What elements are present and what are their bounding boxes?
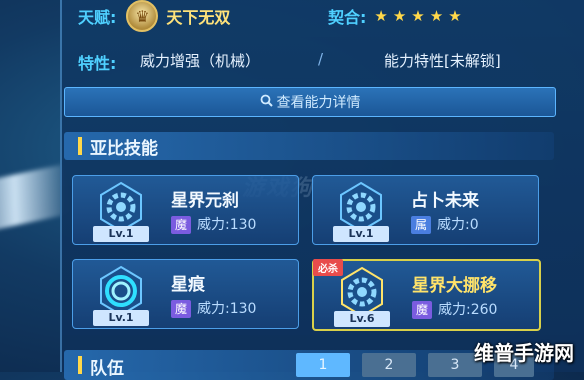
team-tab-1[interactable]: 1: [296, 353, 350, 377]
skill-level: Lv.1: [93, 310, 149, 326]
skill-card[interactable]: Lv.1 星痕 魔 威力:130: [72, 259, 299, 329]
skill-power: 威力:0: [437, 217, 479, 233]
skill-name: 星界大挪移: [412, 276, 497, 296]
site-watermark: 维普手游网: [474, 341, 574, 365]
search-icon: [260, 94, 273, 111]
ability-trait[interactable]: 能力特性[未解锁]: [384, 50, 501, 71]
skill-level: Lv.6: [334, 311, 390, 327]
trait-separator: /: [318, 50, 324, 68]
talent-name: 天下无双: [166, 8, 231, 27]
skill-power: 威力:130: [197, 217, 257, 233]
trait-value: 威力增强（机械）: [140, 52, 261, 70]
view-details-label: 查看能力详情: [276, 95, 361, 111]
skill-card-ultimate[interactable]: 必杀 Lv.6 星界大挪移 魔 威力:260: [312, 259, 541, 331]
traits-row: 特性: 威力增强（机械） / 能力特性[未解锁]: [78, 50, 564, 73]
team-tab-2[interactable]: 2: [362, 353, 416, 377]
section-marker: [78, 137, 82, 155]
talent-row: 天赋: ♛ 天下无双: [78, 0, 231, 32]
skills-section-header: 亚比技能: [64, 132, 554, 160]
skill-level: Lv.1: [333, 226, 389, 242]
skill-level: Lv.1: [93, 226, 149, 242]
skill-card[interactable]: Lv.1 占卜未来 属 威力:0: [312, 175, 539, 245]
skill-power: 威力:260: [438, 302, 498, 318]
fit-label: 契合:: [328, 8, 367, 27]
skill-name: 星痕: [171, 275, 205, 295]
skill-attr-badge: 魔: [171, 300, 191, 318]
skill-name: 占卜未来: [411, 191, 479, 211]
team-section-title: 队伍: [90, 359, 124, 379]
skill-card[interactable]: Lv.1 星界元刹 魔 威力:130: [72, 175, 299, 245]
skills-section-title: 亚比技能: [90, 138, 158, 159]
view-details-button[interactable]: 查看能力详情: [64, 87, 556, 117]
skill-power: 威力:130: [197, 301, 257, 317]
talent-label: 天赋:: [78, 8, 117, 27]
skill-attr-badge: 魔: [171, 216, 191, 234]
fit-stars: ★★★★★: [374, 7, 467, 25]
skill-attr-badge: 魔: [412, 301, 432, 319]
traits-label: 特性:: [78, 54, 117, 73]
section-marker: [78, 356, 82, 374]
skill-attr-badge: 属: [411, 216, 431, 234]
fit-row: 契合: ★★★★★: [328, 4, 467, 28]
crown-icon: ♛: [126, 0, 159, 32]
skill-name: 星界元刹: [171, 191, 239, 211]
